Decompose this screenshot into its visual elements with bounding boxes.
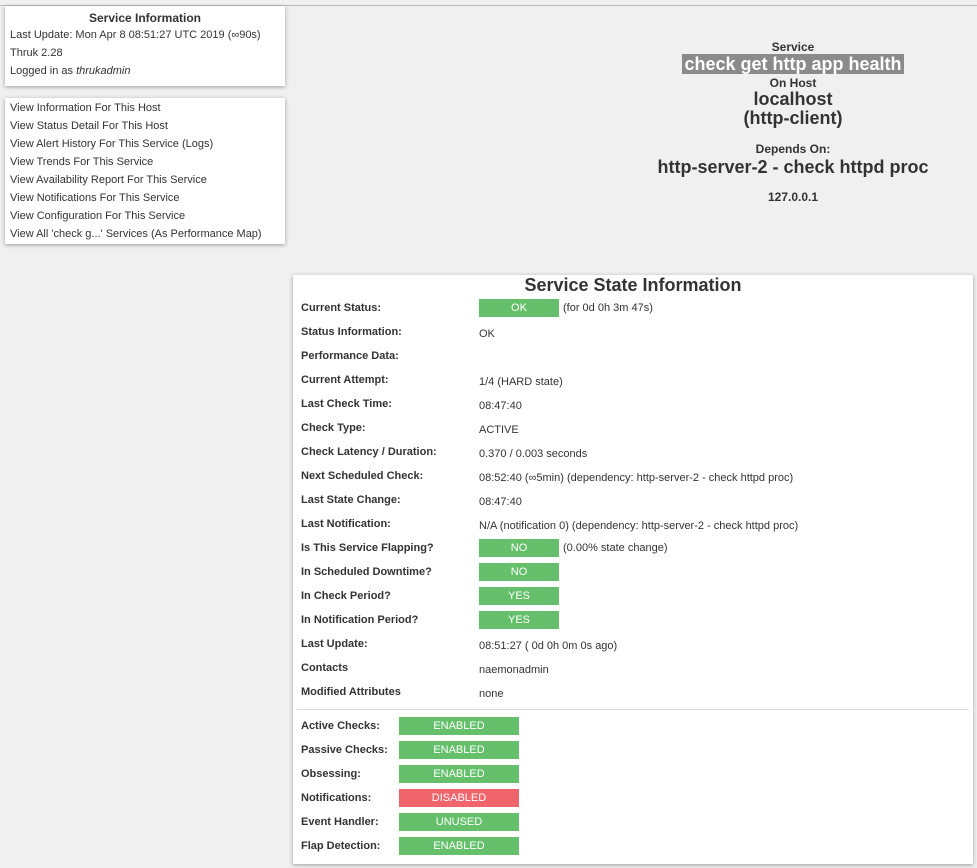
logged-in-user: thrukadmin xyxy=(76,65,131,77)
status-badge: OK xyxy=(479,299,559,317)
check-row-value: ENABLED xyxy=(399,741,519,759)
check-row-label: Event Handler: xyxy=(301,816,379,828)
link-trends[interactable]: View Trends For This Service xyxy=(10,153,285,171)
state-row-label: Current Status: xyxy=(301,302,382,314)
state-row-label: Modified Attributes xyxy=(301,686,401,698)
check-toggle-badge[interactable]: ENABLED xyxy=(399,717,519,735)
check-toggle-badge[interactable]: ENABLED xyxy=(399,741,519,759)
state-row-value: none xyxy=(479,688,504,700)
state-row-value: ACTIVE xyxy=(479,424,519,436)
check-row-label: Notifications: xyxy=(301,792,372,804)
link-availability-report[interactable]: View Availability Report For This Servic… xyxy=(10,171,285,189)
link-performance-map[interactable]: View All 'check g...' Services (As Perfo… xyxy=(10,225,285,243)
state-row-label: Performance Data: xyxy=(301,350,399,362)
state-row-label: Next Scheduled Check: xyxy=(301,470,424,482)
service-label: Service xyxy=(771,40,815,54)
last-update-line: Last Update: Mon Apr 8 08:51:27 UTC 2019… xyxy=(10,29,261,41)
depends-on-label: Depends On: xyxy=(755,142,831,156)
state-row-value: naemonadmin xyxy=(479,664,549,676)
state-row-label: Last Update: xyxy=(301,638,368,650)
state-row-text: (for 0d 0h 3m 47s) xyxy=(563,302,653,314)
state-row-label: Last Check Time: xyxy=(301,398,392,410)
state-row-label: In Scheduled Downtime? xyxy=(301,566,432,578)
check-row-value: UNUSED xyxy=(399,813,519,831)
service-name: check get http app health xyxy=(682,54,904,74)
state-row-value: 0.370 / 0.003 seconds xyxy=(479,448,588,460)
check-toggle-badge[interactable]: ENABLED xyxy=(399,837,519,855)
state-row-text: (0.00% state change) xyxy=(563,542,668,554)
check-row-value: ENABLED xyxy=(399,837,519,855)
state-row-label: In Check Period? xyxy=(301,590,391,602)
state-separator xyxy=(297,709,969,710)
state-row-value: 08:51:27 ( 0d 0h 0m 0s ago) xyxy=(479,640,618,652)
state-row-value: 08:47:40 xyxy=(479,496,522,508)
state-row-value: YES xyxy=(479,611,559,629)
check-row-value: DISABLED xyxy=(399,789,519,807)
check-toggle-badge[interactable]: ENABLED xyxy=(399,765,519,783)
state-row-value: YES xyxy=(479,587,559,605)
check-row-label: Active Checks: xyxy=(301,720,380,732)
state-row-label: Last Notification: xyxy=(301,518,391,530)
check-toggle-badge[interactable]: DISABLED xyxy=(399,789,519,807)
state-row-value: NO (0.00% state change) xyxy=(479,539,668,557)
host-alias: (http-client) xyxy=(743,108,843,128)
logged-in-line: Logged in as thrukadmin xyxy=(5,62,285,80)
logged-in-prefix: Logged in as xyxy=(10,65,77,77)
link-host-status-detail[interactable]: View Status Detail For This Host xyxy=(10,117,285,135)
link-host-information[interactable]: View Information For This Host xyxy=(10,99,285,117)
status-badge: NO xyxy=(479,563,559,581)
state-row-value: 08:47:40 xyxy=(479,400,522,412)
link-configuration[interactable]: View Configuration For This Service xyxy=(10,207,285,225)
check-row-value: ENABLED xyxy=(399,717,519,735)
service-links-list: View Information For This Host View Stat… xyxy=(5,98,285,243)
on-host-label: On Host xyxy=(769,76,817,90)
status-badge: NO xyxy=(479,539,559,557)
state-row-label: Check Type: xyxy=(301,422,366,434)
link-notifications[interactable]: View Notifications For This Service xyxy=(10,189,285,207)
host-name[interactable]: localhost xyxy=(608,90,977,109)
version-line: Thruk 2.28 xyxy=(10,47,63,59)
link-alert-history[interactable]: View Alert History For This Service (Log… xyxy=(10,135,285,153)
depends-on-service[interactable]: http-server-2 - check httpd proc xyxy=(608,156,977,178)
state-row-label: Current Attempt: xyxy=(301,374,389,386)
state-row-value: N/A (notification 0) (dependency: http-s… xyxy=(479,520,799,532)
status-badge: YES xyxy=(479,611,559,629)
service-state-title: Service State Information xyxy=(524,275,742,295)
check-row-label: Obsessing: xyxy=(301,768,361,780)
service-information-box: Service Information Last Update: Mon Apr… xyxy=(5,6,285,86)
status-badge: YES xyxy=(479,587,559,605)
check-row-value: ENABLED xyxy=(399,765,519,783)
service-header: Service check get http app health On Hos… xyxy=(608,40,977,204)
state-row-label: Check Latency / Duration: xyxy=(301,446,437,458)
state-row-label: Last State Change: xyxy=(301,494,401,506)
state-row-label: Is This Service Flapping? xyxy=(301,542,434,554)
service-information-title: Service Information xyxy=(88,11,202,25)
state-row-value: OK (for 0d 0h 3m 47s) xyxy=(479,299,653,317)
service-links-box: View Information For This Host View Stat… xyxy=(5,98,285,244)
state-row-label: Contacts xyxy=(301,662,349,674)
check-row-label: Flap Detection: xyxy=(301,840,381,852)
state-row-value: 1/4 (HARD state) xyxy=(479,376,563,388)
service-state-information-box: Service State Information Current Status… xyxy=(293,275,973,864)
state-row-label: In Notification Period? xyxy=(301,614,419,626)
state-row-label: Status Information: xyxy=(301,326,402,338)
state-row-value: OK xyxy=(479,328,495,340)
host-ip-address: 127.0.0.1 xyxy=(767,190,819,204)
check-row-label: Passive Checks: xyxy=(301,744,388,756)
state-row-value: NO xyxy=(479,563,559,581)
state-row-value: 08:52:40 (∞5min) (dependency: http-serve… xyxy=(479,472,794,484)
check-toggle-badge[interactable]: UNUSED xyxy=(399,813,519,831)
